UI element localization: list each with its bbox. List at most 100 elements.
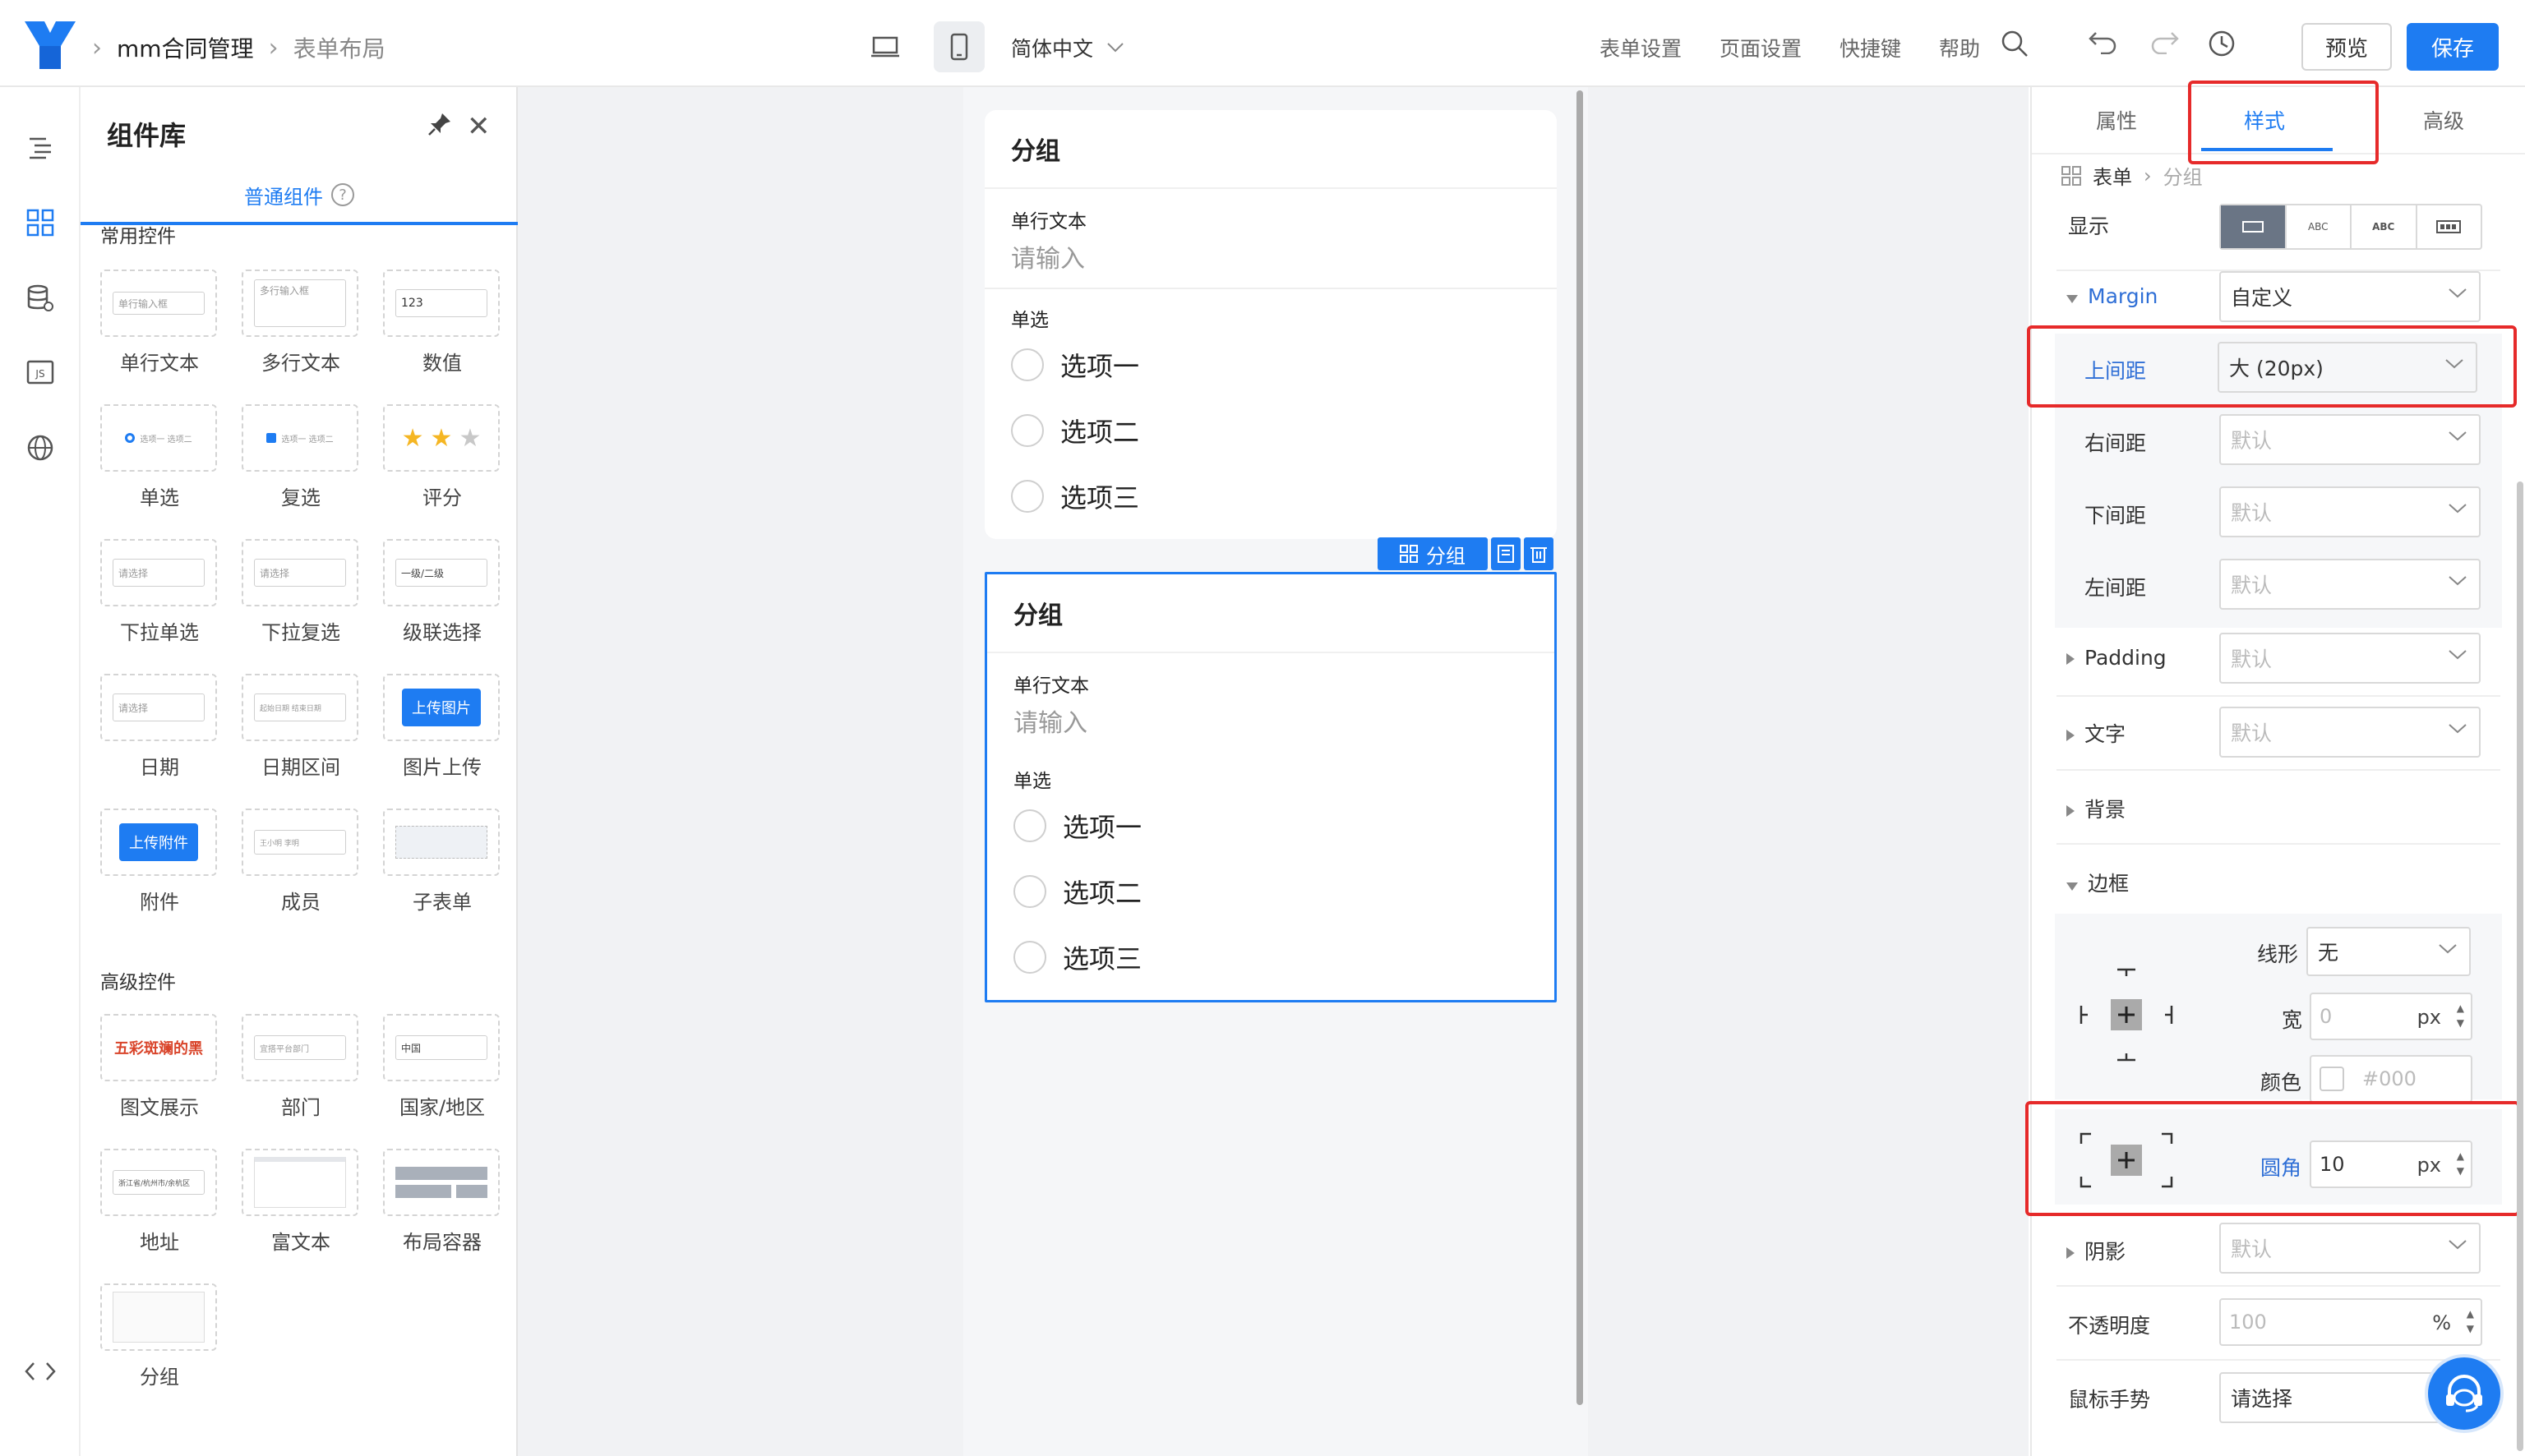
component-date[interactable]: 请选择 日期	[100, 674, 219, 780]
divider	[2056, 1285, 2500, 1287]
language-select[interactable]: 简体中文	[1011, 33, 1124, 62]
mobile-view-button[interactable]	[934, 21, 985, 72]
text-input[interactable]: 请输入	[987, 703, 1554, 739]
panel-scrollbar[interactable]	[2517, 481, 2523, 1451]
shadow-select[interactable]: 默认	[2219, 1223, 2481, 1274]
component-subform[interactable]: 子表单	[383, 809, 501, 915]
group-card-selected[interactable]: 分组 单行文本 请输入 单选 选项一 选项二 选项三	[985, 572, 1557, 1002]
opacity-input[interactable]: 100% ▲ ▼	[2219, 1298, 2482, 1346]
redo-button[interactable]	[2150, 30, 2180, 54]
padding-section-toggle[interactable]: Padding	[2066, 646, 2167, 670]
undo-button[interactable]	[2088, 30, 2117, 54]
app-logo-icon[interactable]	[25, 21, 76, 69]
margin-top-select[interactable]: 大 (20px)	[2218, 342, 2477, 393]
help-circle-icon[interactable]: ?	[331, 183, 354, 206]
selected-component-tag[interactable]: 分组	[1378, 537, 1488, 570]
copy-button[interactable]	[1491, 537, 1521, 570]
desktop-view-button[interactable]	[860, 21, 911, 72]
component-image-upload[interactable]: 上传图片 图片上传	[383, 674, 501, 780]
components-button[interactable]	[23, 205, 58, 240]
shortcuts-link[interactable]: 快捷键	[1840, 33, 1901, 62]
radio-option[interactable]: 选项三	[985, 463, 1557, 529]
border-width-input[interactable]: 0 px ▲ ▼	[2310, 993, 2472, 1040]
display-block-option[interactable]	[2221, 205, 2287, 248]
component-multi-text[interactable]: 多行输入框 多行文本	[242, 270, 360, 376]
component-layout-container[interactable]: 布局容器	[383, 1149, 501, 1255]
tab-advanced[interactable]: 高级	[2423, 105, 2464, 135]
stepper-arrows-icon[interactable]: ▲ ▼	[2457, 1001, 2464, 1030]
component-cascade[interactable]: 一级/二级 级联选择	[383, 539, 501, 645]
breadcrumb-app[interactable]: mm合同管理	[117, 31, 254, 64]
display-flex-option[interactable]	[2417, 205, 2481, 248]
margin-section-toggle[interactable]: Margin	[2066, 284, 2158, 308]
component-attachment[interactable]: 上传附件 附件	[100, 809, 219, 915]
border-section-toggle[interactable]: 边框	[2066, 868, 2129, 897]
component-number[interactable]: 123 数值	[383, 270, 501, 376]
search-button[interactable]	[2001, 30, 2029, 58]
data-source-button[interactable]	[23, 281, 58, 316]
save-button[interactable]: 保存	[2407, 23, 2499, 71]
preview-button[interactable]: 预览	[2301, 23, 2392, 71]
radio-option[interactable]: 选项三	[987, 924, 1554, 990]
color-swatch[interactable]	[2320, 1067, 2344, 1091]
component-richtext[interactable]: 富文本	[242, 1149, 360, 1255]
line-style-select[interactable]: 无	[2306, 927, 2471, 976]
corner-picker[interactable]	[2075, 1127, 2178, 1193]
outline-tree-button[interactable]	[23, 130, 58, 164]
history-button[interactable]	[2208, 30, 2236, 58]
radio-option[interactable]: 选项一	[985, 332, 1557, 398]
component-group[interactable]: 分组	[100, 1283, 219, 1389]
stepper-arrows-icon[interactable]: ▲ ▼	[2457, 1149, 2464, 1178]
tab-common-components[interactable]: 普通组件 ?	[81, 168, 518, 225]
component-rating[interactable]: ★ ★ ★ 评分	[383, 404, 501, 510]
selection-toolbar: 分组	[1378, 537, 1553, 570]
component-member[interactable]: 王小明 李明 成员	[242, 809, 360, 915]
component-dropdown-single[interactable]: 请选择 下拉单选	[100, 539, 219, 645]
component-rich-display[interactable]: 五彩斑斓的黑 图文展示	[100, 1014, 219, 1120]
component-radio[interactable]: 选项一 选项二 单选	[100, 404, 219, 510]
close-icon[interactable]: ✕	[467, 110, 491, 143]
help-link[interactable]: 帮助	[1939, 33, 1980, 62]
radius-input[interactable]: 10 px ▲ ▼	[2310, 1140, 2472, 1188]
radio-option[interactable]: 选项二	[987, 859, 1554, 924]
component-checkbox[interactable]: 选项一 选项二 复选	[242, 404, 360, 510]
margin-left-select[interactable]: 默认	[2219, 559, 2481, 610]
component-address[interactable]: 浙江省/杭州市/余杭区 地址	[100, 1149, 219, 1255]
line-style-value: 无	[2318, 941, 2339, 965]
form-settings-link[interactable]: 表单设置	[1599, 33, 1682, 62]
margin-right-select[interactable]: 默认	[2219, 414, 2481, 465]
stepper-arrows-icon[interactable]: ▲ ▼	[2467, 1306, 2474, 1336]
pin-button[interactable]	[427, 112, 452, 140]
component-single-text[interactable]: 单行输入框 单行文本	[100, 270, 219, 376]
radio-option[interactable]: 选项一	[987, 793, 1554, 859]
margin-bottom-select[interactable]: 默认	[2219, 486, 2481, 537]
border-side-picker[interactable]	[2075, 963, 2178, 1067]
border-color-input[interactable]: #000	[2310, 1055, 2472, 1103]
group-card[interactable]: 分组 单行文本 请输入 单选 选项一 选项二 选项三	[985, 110, 1557, 539]
background-section-toggle[interactable]: 背景	[2066, 794, 2126, 823]
text-style-select[interactable]: 默认	[2219, 707, 2481, 758]
text-section-toggle[interactable]: 文字	[2066, 718, 2126, 748]
source-code-button[interactable]	[23, 1354, 58, 1389]
component-department[interactable]: 宜搭平台部门 部门	[242, 1014, 360, 1120]
shadow-section-toggle[interactable]: 阴影	[2066, 1236, 2126, 1265]
component-dropdown-multi[interactable]: 请选择 下拉复选	[242, 539, 360, 645]
tab-properties[interactable]: 属性	[2096, 105, 2137, 135]
i18n-button[interactable]	[23, 431, 58, 465]
canvas-scrollbar[interactable]	[1576, 90, 1583, 1405]
margin-select[interactable]: 自定义	[2219, 271, 2481, 322]
display-inline-option[interactable]: ABC	[2352, 205, 2417, 248]
customer-service-button[interactable]	[2425, 1354, 2504, 1433]
js-button[interactable]: JS	[23, 355, 58, 389]
component-country[interactable]: 中国 国家/地区	[383, 1014, 501, 1120]
breadcrumb-page[interactable]: 表单布局	[293, 31, 385, 64]
display-inline-block-option[interactable]: ABC	[2287, 205, 2352, 248]
crumb-root[interactable]: 表单	[2093, 161, 2132, 190]
text-input[interactable]: 请输入	[985, 238, 1557, 289]
delete-button[interactable]	[1524, 537, 1553, 570]
padding-select[interactable]: 默认	[2219, 633, 2481, 684]
page-settings-link[interactable]: 页面设置	[1719, 33, 1802, 62]
radio-option[interactable]: 选项二	[985, 398, 1557, 463]
component-date-range[interactable]: 起始日期 结束日期 日期区间	[242, 674, 360, 780]
chevron-right-icon: ›	[2144, 164, 2152, 187]
